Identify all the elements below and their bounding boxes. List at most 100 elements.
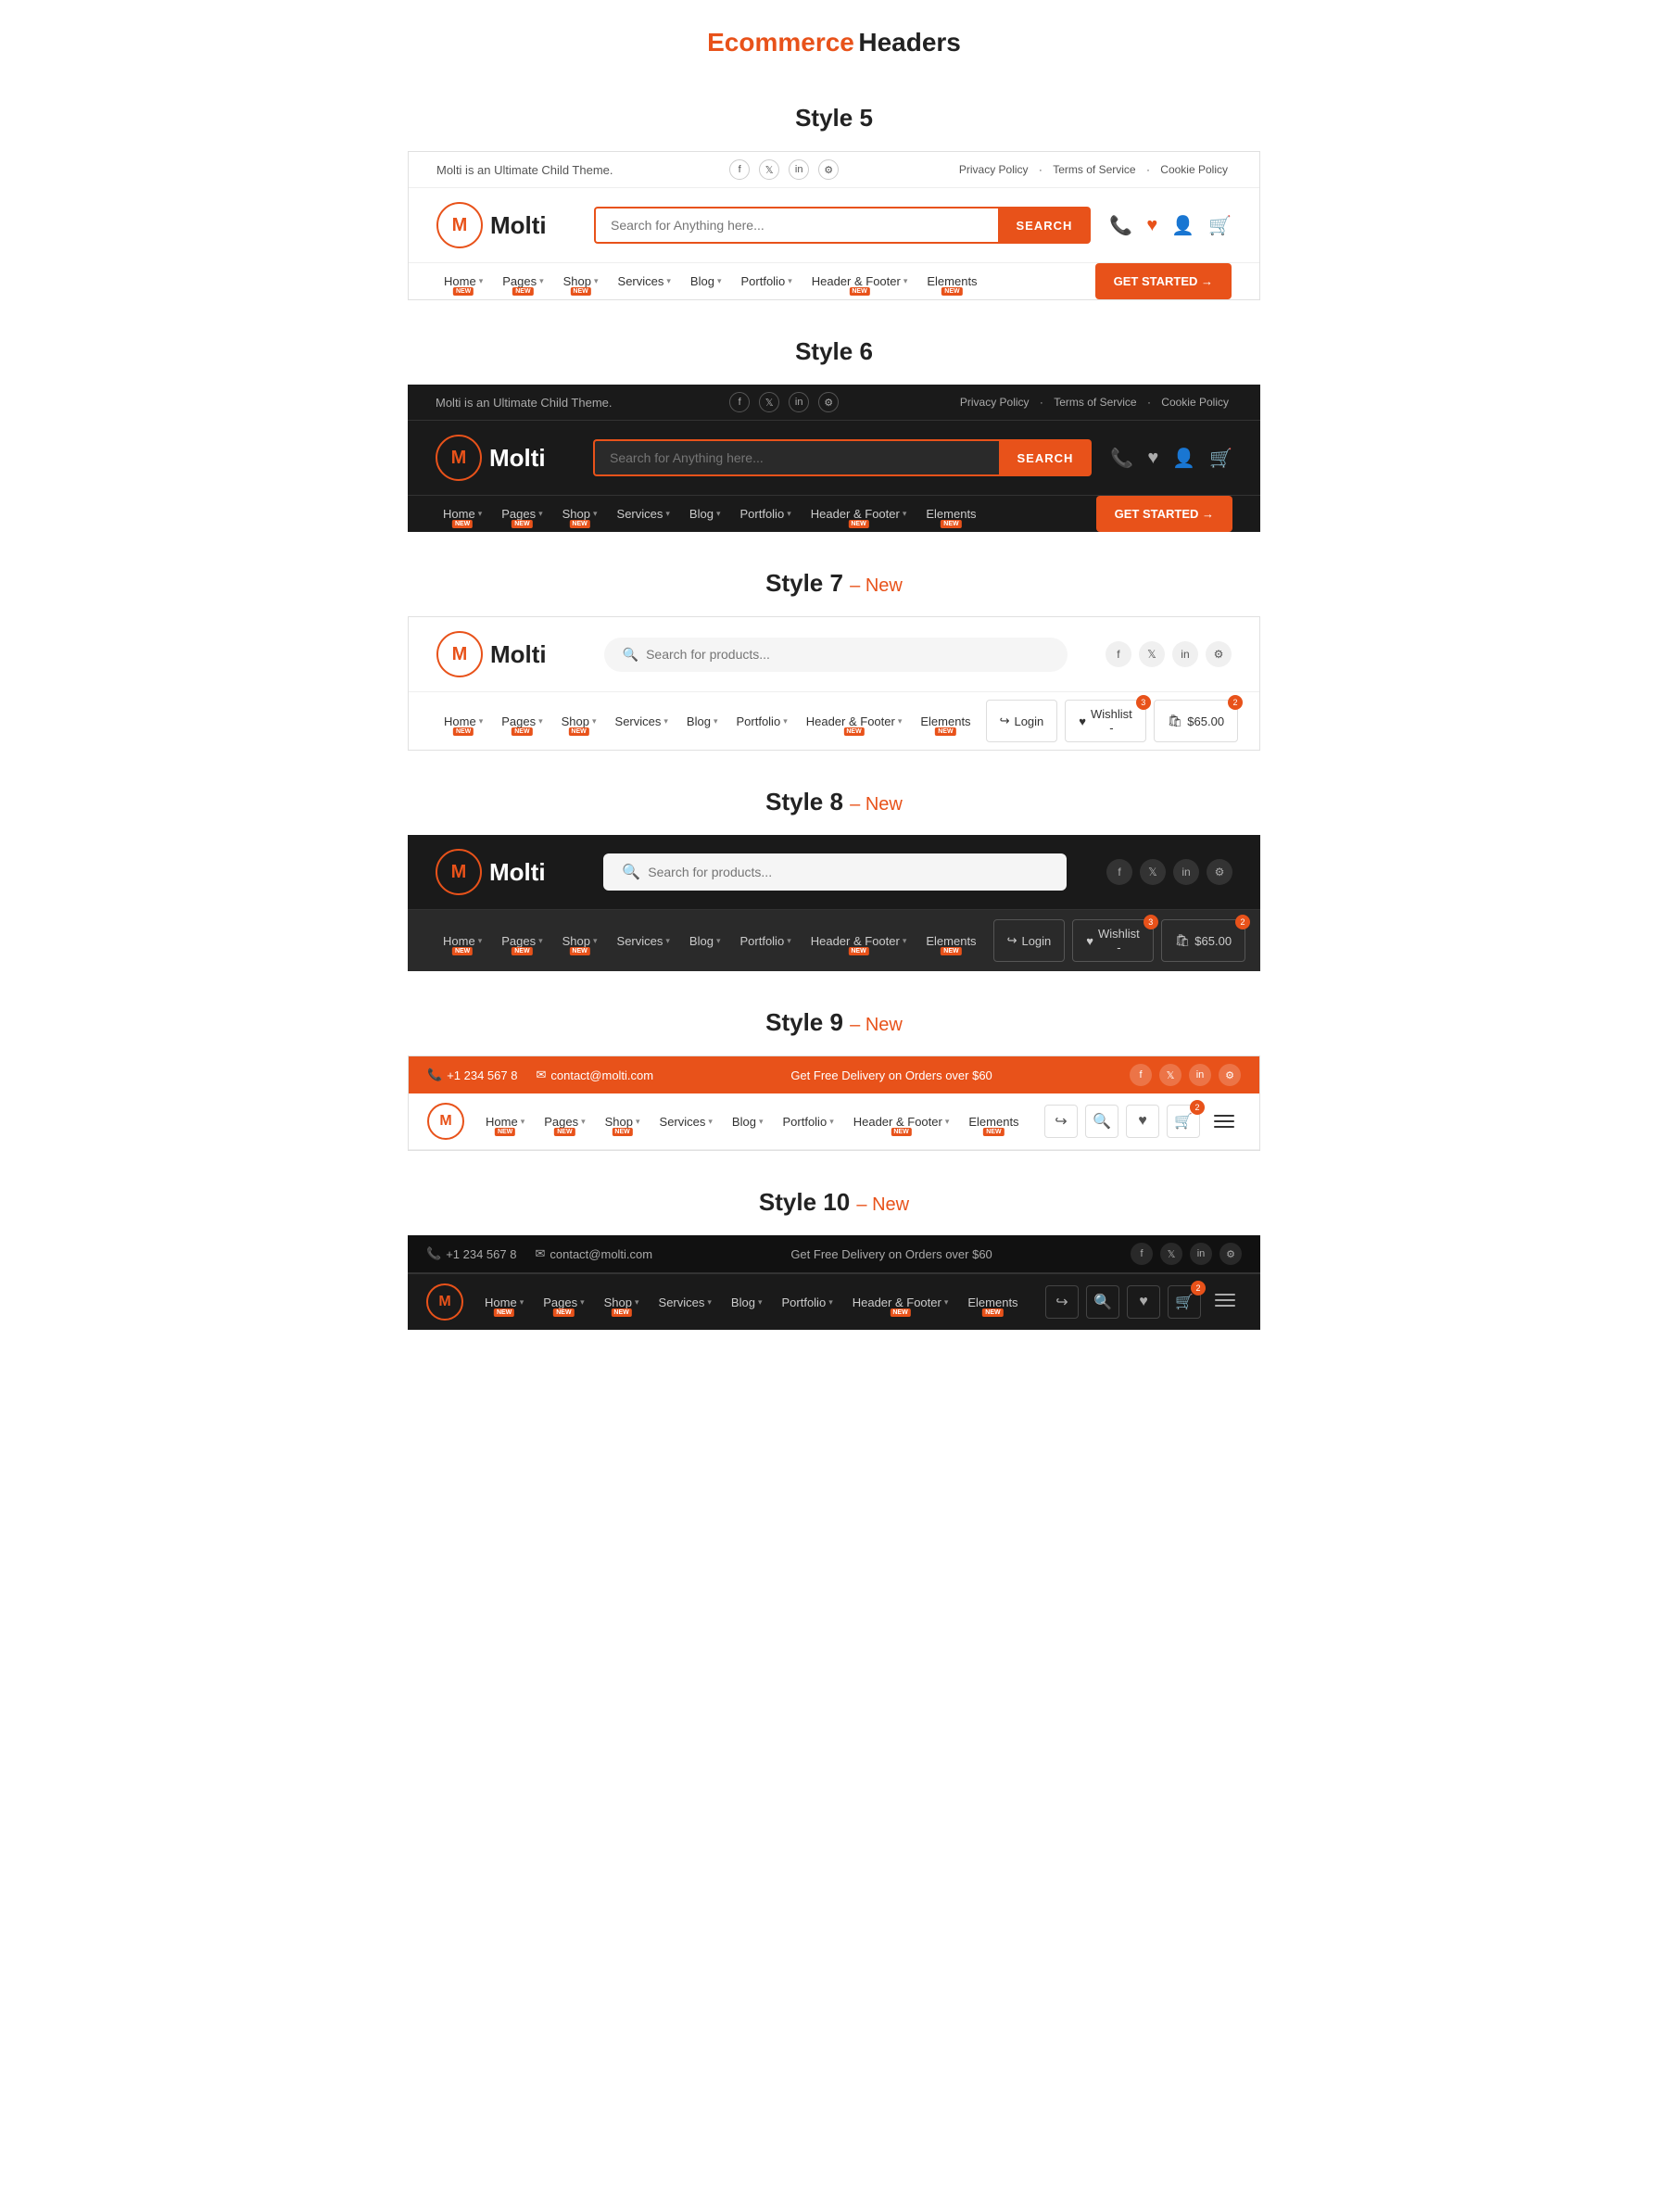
style6-instagram-icon[interactable]: in — [789, 392, 809, 412]
nav-item-blog[interactable]: Blog ▾ — [683, 263, 729, 299]
twitter-icon[interactable]: 𝕏 — [759, 159, 779, 180]
style8-nav-portfolio[interactable]: Portfolio ▾ — [732, 923, 798, 959]
style9-cart-btn[interactable]: 🛒 2 — [1167, 1105, 1200, 1138]
style9-nav-pages[interactable]: Pages ▾NEW — [537, 1104, 592, 1140]
nav-item-elements[interactable]: ElementsNEW — [919, 263, 984, 299]
style9-login-btn[interactable]: ↪ — [1044, 1105, 1078, 1138]
style9-nav-shop[interactable]: Shop ▾NEW — [598, 1104, 648, 1140]
style6-nav-blog[interactable]: Blog ▾ — [682, 496, 728, 532]
style7-nav-elements[interactable]: ElementsNEW — [913, 703, 978, 739]
style6-account-icon[interactable]: 👤 — [1172, 447, 1195, 470]
style9-search-btn[interactable]: 🔍 — [1085, 1105, 1118, 1138]
style8-instagram-icon[interactable]: in — [1173, 859, 1199, 885]
style5-search-button[interactable]: SEARCH — [998, 207, 1092, 244]
style6-privacy-link[interactable]: Privacy Policy — [960, 396, 1030, 409]
style7-nav-header-footer[interactable]: Header & Footer ▾NEW — [799, 703, 910, 739]
style7-login-button[interactable]: ↪ Login — [986, 700, 1058, 742]
style8-nav-shop[interactable]: Shop ▾NEW — [555, 923, 605, 959]
style9-settings-icon[interactable]: ⚙ — [1219, 1064, 1241, 1086]
style6-facebook-icon[interactable]: f — [729, 392, 750, 412]
style10-nav-blog[interactable]: Blog ▾ — [724, 1284, 770, 1321]
phone-icon[interactable]: 📞 — [1109, 214, 1132, 237]
style6-phone-icon[interactable]: 📞 — [1110, 447, 1133, 470]
style8-settings-icon[interactable]: ⚙ — [1207, 859, 1232, 885]
style8-logo[interactable]: M Molti — [436, 849, 575, 895]
style10-settings-icon[interactable]: ⚙ — [1219, 1243, 1242, 1265]
style7-nav-shop[interactable]: Shop ▾NEW — [554, 703, 604, 739]
style7-twitter-icon[interactable]: 𝕏 — [1139, 641, 1165, 667]
nav-item-services[interactable]: Services ▾ — [611, 263, 678, 299]
style7-search-input[interactable] — [646, 647, 1049, 662]
account-icon[interactable]: 👤 — [1171, 214, 1194, 237]
style6-cart-icon[interactable]: 🛒 — [1209, 447, 1232, 470]
style10-cart-btn[interactable]: 🛒 2 — [1168, 1285, 1201, 1319]
style6-nav-portfolio[interactable]: Portfolio ▾ — [732, 496, 798, 532]
style9-facebook-icon[interactable]: f — [1130, 1064, 1152, 1086]
terms-link[interactable]: Terms of Service — [1053, 163, 1135, 176]
facebook-icon[interactable]: f — [729, 159, 750, 180]
nav-item-portfolio[interactable]: Portfolio ▾ — [733, 263, 799, 299]
nav-item-home[interactable]: Home ▾NEW — [436, 263, 490, 299]
style6-nav-elements[interactable]: ElementsNEW — [918, 496, 983, 532]
style8-nav-home[interactable]: Home ▾NEW — [436, 923, 489, 959]
style10-facebook-icon[interactable]: f — [1131, 1243, 1153, 1265]
style10-search-btn[interactable]: 🔍 — [1086, 1285, 1119, 1319]
style10-twitter-icon[interactable]: 𝕏 — [1160, 1243, 1182, 1265]
style9-menu-button[interactable] — [1207, 1105, 1241, 1138]
style6-wishlist-icon[interactable]: ♥ — [1147, 448, 1158, 469]
style8-twitter-icon[interactable]: 𝕏 — [1140, 859, 1166, 885]
style9-nav-blog[interactable]: Blog ▾ — [725, 1104, 771, 1140]
style6-get-started-button[interactable]: GET STARTED → — [1096, 496, 1232, 532]
nav-item-shop[interactable]: Shop ▾NEW — [556, 263, 606, 299]
cart-icon[interactable]: 🛒 — [1208, 214, 1232, 237]
style8-cart-button[interactable]: 🛍 $65.00 2 — [1161, 919, 1245, 962]
style6-search-button[interactable]: SEARCH — [999, 439, 1093, 476]
style7-nav-blog[interactable]: Blog ▾ — [679, 703, 726, 739]
style10-nav-elements[interactable]: ElementsNEW — [960, 1284, 1025, 1321]
style7-nav-services[interactable]: Services ▾ — [608, 703, 676, 739]
style10-nav-header-footer[interactable]: Header & Footer ▾NEW — [845, 1284, 956, 1321]
style8-nav-elements[interactable]: ElementsNEW — [918, 923, 983, 959]
style5-search-input[interactable] — [594, 207, 998, 244]
style10-login-btn[interactable]: ↪ — [1045, 1285, 1079, 1319]
style9-instagram-icon[interactable]: in — [1189, 1064, 1211, 1086]
wishlist-icon[interactable]: ♥ — [1146, 215, 1157, 236]
settings-icon[interactable]: ⚙ — [818, 159, 839, 180]
style7-logo[interactable]: M Molti — [436, 631, 575, 677]
style7-cart-button[interactable]: 🛍 $65.00 2 — [1154, 700, 1238, 742]
style8-nav-pages[interactable]: Pages ▾NEW — [494, 923, 550, 959]
nav-item-header-footer[interactable]: Header & Footer ▾NEW — [804, 263, 916, 299]
style10-nav-home[interactable]: Home ▾NEW — [477, 1284, 531, 1321]
style8-nav-services[interactable]: Services ▾ — [610, 923, 677, 959]
style10-logo-icon[interactable]: M — [426, 1283, 463, 1321]
privacy-link[interactable]: Privacy Policy — [959, 163, 1029, 176]
style6-nav-services[interactable]: Services ▾ — [610, 496, 677, 532]
style9-nav-services[interactable]: Services ▾ — [652, 1104, 720, 1140]
style9-nav-elements[interactable]: ElementsNEW — [961, 1104, 1026, 1140]
style10-nav-services[interactable]: Services ▾ — [651, 1284, 719, 1321]
style6-terms-link[interactable]: Terms of Service — [1054, 396, 1136, 409]
style6-twitter-icon[interactable]: 𝕏 — [759, 392, 779, 412]
style10-nav-shop[interactable]: Shop ▾NEW — [597, 1284, 647, 1321]
style7-nav-home[interactable]: Home ▾NEW — [436, 703, 490, 739]
style10-nav-portfolio[interactable]: Portfolio ▾ — [774, 1284, 840, 1321]
style7-instagram-icon[interactable]: in — [1172, 641, 1198, 667]
style9-logo-icon[interactable]: M — [427, 1103, 464, 1140]
style10-wishlist-btn[interactable]: ♥ — [1127, 1285, 1160, 1319]
style10-nav-pages[interactable]: Pages ▾NEW — [536, 1284, 591, 1321]
style8-search-input[interactable] — [648, 865, 1048, 879]
style8-login-button[interactable]: ↪ Login — [993, 919, 1066, 962]
style6-cookie-link[interactable]: Cookie Policy — [1161, 396, 1229, 409]
style5-get-started-button[interactable]: GET STARTED → — [1095, 263, 1232, 299]
style9-nav-home[interactable]: Home ▾NEW — [478, 1104, 532, 1140]
style6-logo[interactable]: M Molti — [436, 435, 575, 481]
style8-nav-header-footer[interactable]: Header & Footer ▾NEW — [803, 923, 915, 959]
cookie-link[interactable]: Cookie Policy — [1160, 163, 1228, 176]
style5-logo[interactable]: M Molti — [436, 202, 575, 248]
style7-settings-icon[interactable]: ⚙ — [1206, 641, 1232, 667]
style6-nav-home[interactable]: Home ▾NEW — [436, 496, 489, 532]
style6-nav-header-footer[interactable]: Header & Footer ▾NEW — [803, 496, 915, 532]
style7-nav-pages[interactable]: Pages ▾NEW — [494, 703, 550, 739]
style9-nav-portfolio[interactable]: Portfolio ▾ — [775, 1104, 840, 1140]
style6-settings-icon[interactable]: ⚙ — [818, 392, 839, 412]
